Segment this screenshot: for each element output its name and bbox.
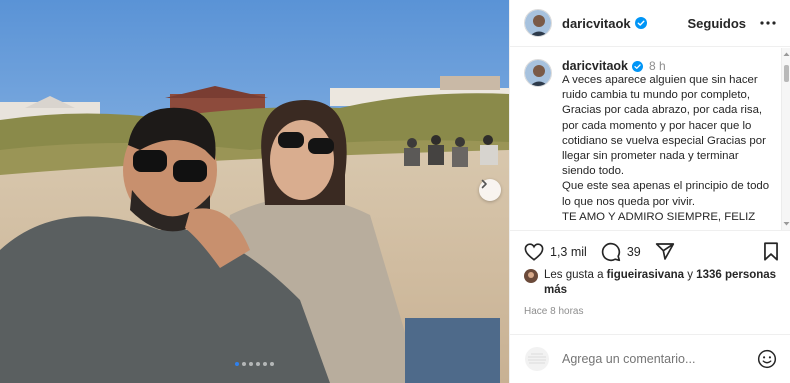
caption-time[interactable]: 8 h xyxy=(649,59,666,73)
caption-text: A veces aparece alguien que sin hacer ru… xyxy=(562,74,770,223)
carousel-next-button[interactable] xyxy=(479,179,501,201)
verified-badge-icon xyxy=(634,17,647,29)
user-placeholder-icon xyxy=(525,347,549,371)
more-options-icon[interactable] xyxy=(758,21,778,25)
bookmark-icon xyxy=(764,242,778,261)
following-button[interactable]: Seguidos xyxy=(687,16,746,31)
save-button[interactable] xyxy=(763,242,779,261)
carousel-indicators xyxy=(0,362,509,366)
carousel-dot xyxy=(242,362,246,366)
liker-avatar[interactable] xyxy=(524,269,538,283)
comment-count[interactable]: 39 xyxy=(627,245,641,259)
like-count[interactable]: 1,3 mil xyxy=(550,245,587,259)
caption-scrollbar[interactable] xyxy=(781,48,790,230)
chevron-right-icon xyxy=(481,179,487,189)
likes-prefix: Les gusta a xyxy=(544,269,604,281)
comment-button[interactable]: 39 xyxy=(601,242,641,262)
comment-icon xyxy=(601,242,620,261)
post-timestamp[interactable]: Hace 8 horas xyxy=(524,306,583,317)
heart-icon xyxy=(524,242,544,261)
share-icon xyxy=(655,243,674,260)
beach-selfie-image xyxy=(0,0,509,383)
like-button[interactable]: 1,3 mil xyxy=(524,242,587,261)
caption-username[interactable]: daricvitaok xyxy=(562,59,628,73)
avatar[interactable] xyxy=(524,9,552,37)
liked-by-user[interactable]: figueirasivana xyxy=(607,269,684,281)
carousel-dot xyxy=(263,362,267,366)
post-photo[interactable] xyxy=(0,0,509,383)
share-button[interactable] xyxy=(655,242,675,261)
comment-composer xyxy=(510,334,790,383)
post-detail-panel: daricvitaok Seguidos daricvitaok 8 h A v… xyxy=(509,0,790,383)
carousel-dot xyxy=(256,362,260,366)
current-user-avatar xyxy=(524,346,550,372)
profile-photo-icon xyxy=(525,10,551,36)
likes-summary: Les gusta a figueirasivana y 1336 person… xyxy=(524,268,782,298)
emoji-icon[interactable] xyxy=(757,349,777,369)
carousel-dot xyxy=(235,362,239,366)
comment-input[interactable] xyxy=(562,352,757,366)
profile-photo-icon xyxy=(524,269,538,283)
caption-section: daricvitaok 8 h A veces aparece alguien … xyxy=(510,48,782,230)
action-bar: 1,3 mil 39 xyxy=(510,230,790,272)
username[interactable]: daricvitaok xyxy=(562,16,631,31)
scroll-up-arrow-icon[interactable] xyxy=(783,51,790,57)
verified-badge-icon xyxy=(632,60,644,72)
scroll-down-arrow-icon[interactable] xyxy=(783,221,790,227)
post-header: daricvitaok Seguidos xyxy=(510,0,790,47)
carousel-dot xyxy=(249,362,253,366)
carousel-dot xyxy=(270,362,274,366)
profile-photo-icon xyxy=(525,60,551,86)
caption-avatar[interactable] xyxy=(524,59,552,87)
scroll-thumb[interactable] xyxy=(784,65,789,82)
likes-connector: y xyxy=(687,269,693,281)
